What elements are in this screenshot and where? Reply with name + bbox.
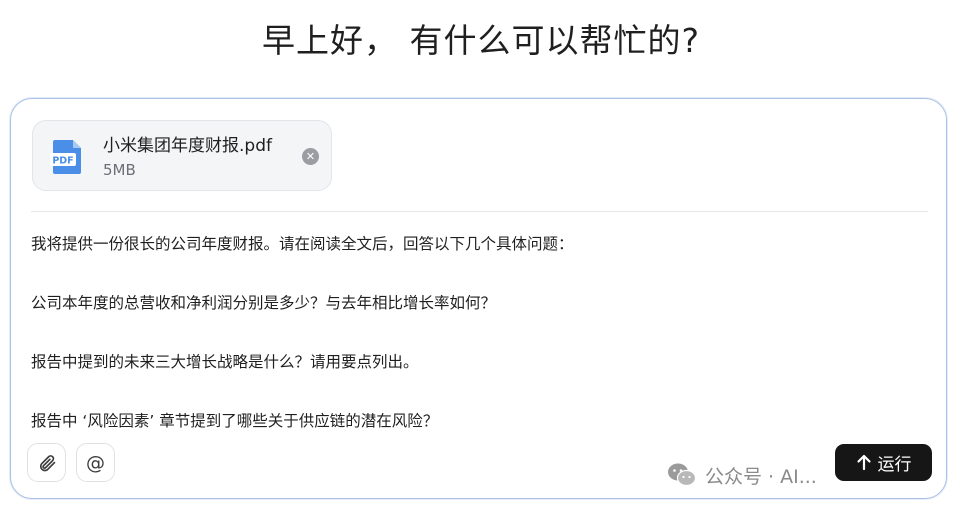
prompt-line: 我将提供一份很长的公司年度财报。请在阅读全文后，回答以下几个具体问题： bbox=[31, 235, 574, 253]
greeting-title: 早上好， 有什么可以帮忙的? bbox=[261, 21, 700, 60]
at-sign-icon: @ bbox=[86, 451, 105, 474]
watermark-text: 公众号 · AI... bbox=[705, 465, 817, 488]
prompt-line: 公司本年度的总营收和净利润分别是多少？与去年相比增长率如何？ bbox=[31, 294, 497, 312]
watermark: 公众号 · AI... bbox=[667, 461, 817, 489]
close-circle-icon: ✕ bbox=[305, 150, 316, 163]
pdf-file-icon: PDF bbox=[50, 140, 81, 174]
remove-attachment-button[interactable]: ✕ bbox=[302, 148, 319, 165]
attach-file-button[interactable] bbox=[27, 443, 66, 482]
prompt-input[interactable]: 我将提供一份很长的公司年度财报。请在阅读全文后，回答以下几个具体问题： 公司本年… bbox=[31, 232, 921, 468]
mention-button[interactable]: @ bbox=[76, 443, 115, 482]
prompt-line: 报告中 ‘风险因素’ 章节提到了哪些关于供应链的潜在风险？ bbox=[31, 412, 439, 430]
arrow-up-icon bbox=[856, 454, 871, 471]
attachment-card[interactable]: PDF 小米集团年度财报.pdf 5MB ✕ bbox=[32, 120, 332, 191]
paperclip-icon bbox=[39, 454, 55, 471]
wechat-icon bbox=[668, 463, 697, 487]
run-button-label: 运行 bbox=[877, 455, 912, 475]
attachment-file-name: 小米集团年度财报.pdf bbox=[103, 136, 272, 156]
pdf-icon-label: PDF bbox=[52, 156, 73, 167]
prompt-line: 报告中提到的未来三大增长战略是什么？请用要点列出。 bbox=[31, 353, 419, 371]
chat-composer[interactable]: PDF 小米集团年度财报.pdf 5MB ✕ 我将提供一份很长的公司年度财报。请… bbox=[10, 98, 947, 499]
run-button[interactable]: 运行 bbox=[835, 444, 932, 481]
attachment-divider bbox=[31, 211, 928, 212]
attachment-file-size: 5MB bbox=[103, 161, 136, 179]
